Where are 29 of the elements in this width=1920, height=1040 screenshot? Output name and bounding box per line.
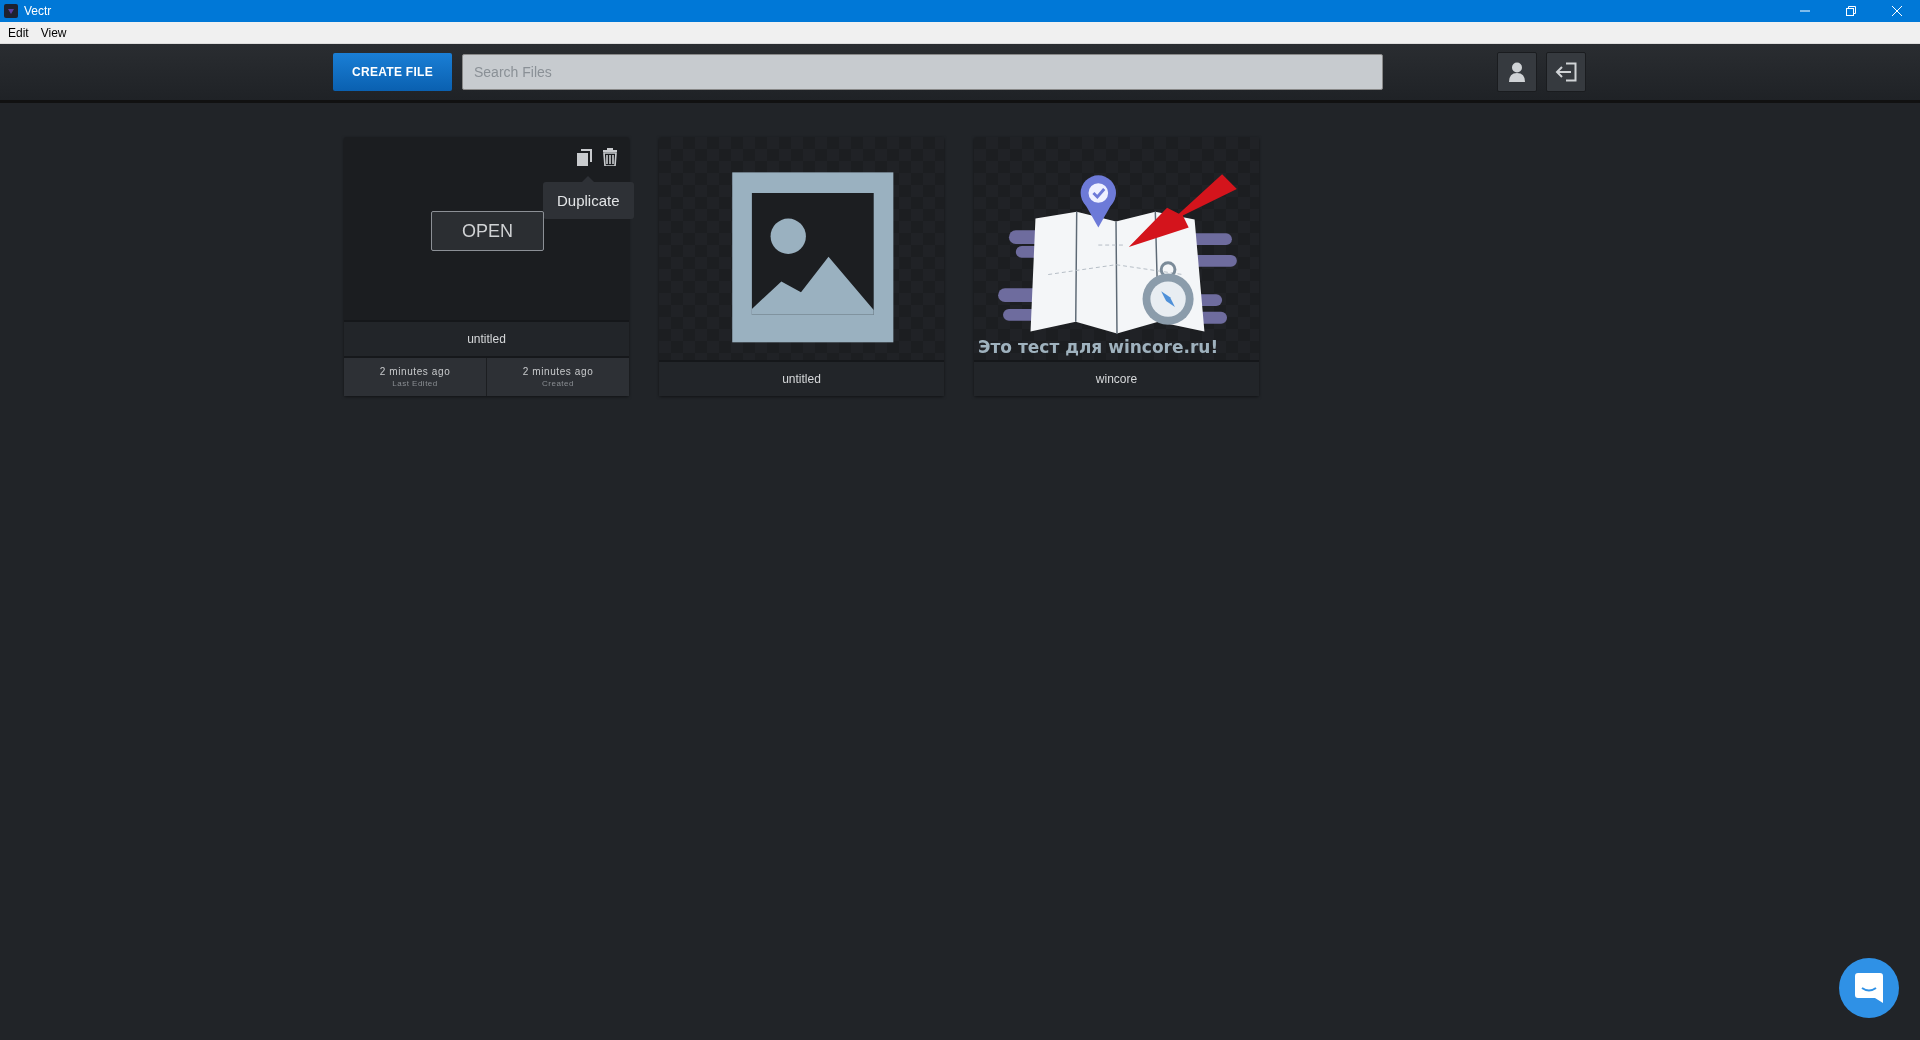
open-button[interactable]: OPEN (431, 211, 544, 251)
image-placeholder-icon (732, 172, 894, 343)
date-label: Last Edited (392, 379, 438, 388)
date-label: Created (542, 379, 574, 388)
person-icon (1508, 62, 1526, 82)
search-field[interactable]: Search Files (462, 54, 1383, 90)
create-file-button[interactable]: CREATE FILE (333, 53, 452, 91)
app-icon (4, 4, 18, 18)
trash-icon[interactable] (602, 148, 618, 166)
close-icon[interactable] (1892, 6, 1902, 16)
tooltip: Duplicate (543, 176, 634, 219)
thumbnail-caption: Это тест для wincore.ru! (978, 337, 1219, 357)
file-card[interactable]: Это тест для wincore.ru! wincore (974, 137, 1259, 396)
logout-button[interactable] (1546, 52, 1586, 92)
chat-icon (1855, 973, 1883, 1003)
chat-button[interactable] (1839, 958, 1899, 1018)
restore-icon[interactable] (1846, 6, 1856, 16)
file-name: untitled (659, 360, 944, 396)
date-value: 2 minutes ago (379, 366, 451, 377)
date-value: 2 minutes ago (522, 366, 594, 377)
logout-icon (1555, 62, 1577, 82)
file-card[interactable]: untitled (659, 137, 944, 396)
menu-item[interactable]: View (34, 25, 73, 40)
menu-item[interactable]: Edit (2, 25, 35, 40)
copy-icon[interactable] (576, 148, 593, 167)
file-name: untitled (344, 320, 629, 356)
file-name: wincore (974, 360, 1259, 396)
window-title: Vectr (24, 4, 53, 18)
profile-button[interactable] (1497, 52, 1537, 92)
